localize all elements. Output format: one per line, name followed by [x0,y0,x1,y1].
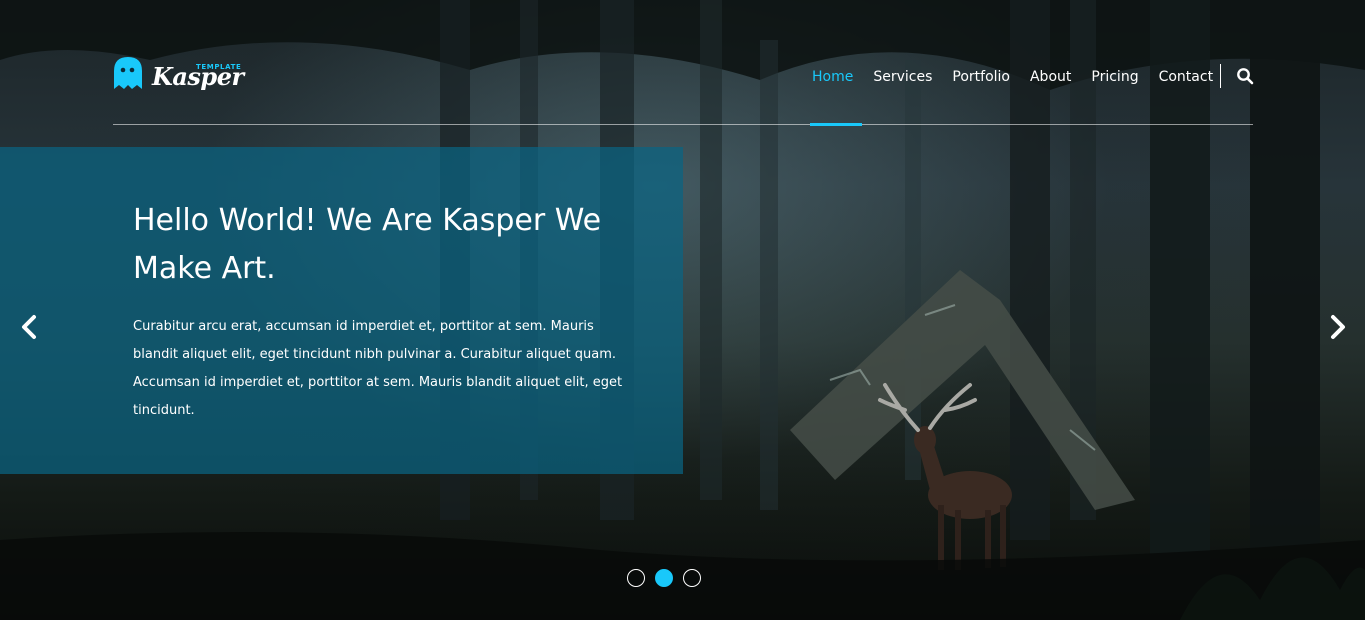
nav-item-portfolio[interactable]: Portfolio [942,69,1020,85]
ghost-icon [114,57,142,89]
main-nav: Home Services Portfolio About Pricing Co… [802,66,1223,88]
hero-section: TEMPLATE Kasper Home Services Portfolio … [0,0,1365,620]
chevron-right-icon[interactable] [1325,313,1349,341]
nav-item-about[interactable]: About [1020,69,1081,85]
slider-dots [627,569,701,587]
slide-text: Curabitur arcu erat, accumsan id imperdi… [133,319,623,418]
slide-title: Hello World! We Are Kasper We Make Art. [133,203,602,286]
slider-dot[interactable] [683,569,701,587]
slide-content-panel: Hello World! We Are Kasper We Make Art. … [0,147,683,474]
nav-item-services[interactable]: Services [863,69,942,85]
nav-item-contact[interactable]: Contact [1149,69,1223,85]
chevron-left-icon[interactable] [18,313,42,341]
nav-divider [1220,64,1221,88]
slider-dot-active[interactable] [655,569,673,587]
slider-dot[interactable] [627,569,645,587]
brand-logo[interactable]: TEMPLATE Kasper [112,53,244,99]
active-nav-indicator [810,123,862,126]
search-icon[interactable] [1236,67,1254,85]
nav-item-pricing[interactable]: Pricing [1081,69,1148,85]
brand-name: Kasper [152,62,244,91]
header-divider [113,124,1253,125]
nav-item-home[interactable]: Home [802,69,863,85]
